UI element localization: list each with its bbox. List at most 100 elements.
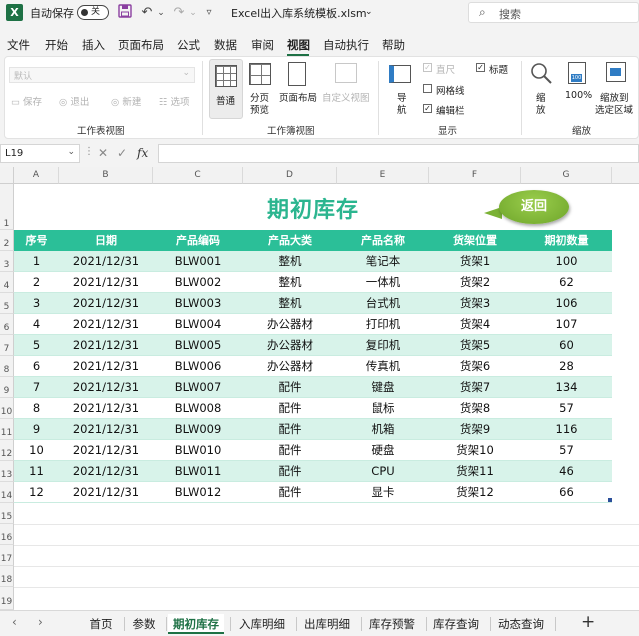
cell-product-code[interactable]: BLW003 [153, 293, 243, 314]
cell-category[interactable]: 整机 [243, 272, 337, 293]
autosave-toggle[interactable]: 关 [77, 5, 109, 20]
worksheet[interactable]: A B C D E F G 1 2 3 4 5 6 7 8 9 10 11 12… [0, 167, 639, 610]
cell-date[interactable]: 2021/12/31 [59, 356, 153, 377]
cell-index[interactable]: 2 [14, 272, 59, 293]
cell-initial-qty[interactable]: 66 [521, 482, 612, 503]
cell-product-code[interactable]: BLW002 [153, 272, 243, 293]
cell-category[interactable]: 配件 [243, 398, 337, 419]
row-header-11[interactable]: 11 [0, 419, 14, 440]
cell-product-code[interactable]: BLW012 [153, 482, 243, 503]
insert-function-icon[interactable]: fx [137, 146, 148, 160]
cell-initial-qty[interactable]: 116 [521, 419, 612, 440]
tab-home[interactable]: 首页 [82, 614, 120, 634]
search-input[interactable]: ⌕ 搜索 [468, 2, 639, 23]
cell-shelf[interactable]: 货架12 [429, 482, 521, 503]
cell-index[interactable]: 3 [14, 293, 59, 314]
cell-date[interactable]: 2021/12/31 [59, 314, 153, 335]
cell-product-code[interactable]: BLW010 [153, 440, 243, 461]
cell-date[interactable]: 2021/12/31 [59, 377, 153, 398]
add-sheet-icon[interactable]: + [581, 612, 595, 632]
cell-index[interactable]: 12 [14, 482, 59, 503]
chevron-right-icon[interactable]: › [38, 615, 43, 629]
cell-initial-qty[interactable]: 100 [521, 251, 612, 272]
cell-initial-qty[interactable]: 46 [521, 461, 612, 482]
formula-bar-checkbox[interactable]: ✓ [423, 104, 432, 113]
cell-initial-qty[interactable]: 62 [521, 272, 612, 293]
cell-shelf[interactable]: 货架7 [429, 377, 521, 398]
cell-product-code[interactable]: BLW001 [153, 251, 243, 272]
row-header-7[interactable]: 7 [0, 335, 14, 356]
column-header-d[interactable]: D [243, 167, 337, 184]
row-header-19[interactable]: 19 [0, 587, 14, 610]
cell-shelf[interactable]: 货架11 [429, 461, 521, 482]
cell-product-name[interactable]: 显卡 [337, 482, 429, 503]
cell-product-name[interactable]: 机箱 [337, 419, 429, 440]
cell-date[interactable]: 2021/12/31 [59, 419, 153, 440]
ruler-checkbox[interactable]: ✓ [423, 63, 432, 72]
cell-shelf[interactable]: 货架10 [429, 440, 521, 461]
cell-index[interactable]: 6 [14, 356, 59, 377]
cell-date[interactable]: 2021/12/31 [59, 461, 153, 482]
cell-product-name[interactable]: 传真机 [337, 356, 429, 377]
cell-date[interactable]: 2021/12/31 [59, 335, 153, 356]
row-header-15[interactable]: 15 [0, 503, 14, 524]
menu-formulas[interactable]: 公式 [177, 37, 200, 53]
normal-view-button[interactable]: 普通 [209, 59, 243, 119]
cell-product-code[interactable]: BLW009 [153, 419, 243, 440]
cell-date[interactable]: 2021/12/31 [59, 272, 153, 293]
cell-date[interactable]: 2021/12/31 [59, 293, 153, 314]
filename-dropdown-icon[interactable]: ⌄ [365, 7, 373, 17]
row-header-6[interactable]: 6 [0, 314, 14, 335]
cell-shelf[interactable]: 货架3 [429, 293, 521, 314]
column-header-f[interactable]: F [429, 167, 521, 184]
menu-insert[interactable]: 插入 [82, 37, 105, 53]
save-icon[interactable] [116, 4, 134, 22]
cell-shelf[interactable]: 货架9 [429, 419, 521, 440]
cell-initial-qty[interactable]: 28 [521, 356, 612, 377]
cell-initial-qty[interactable]: 106 [521, 293, 612, 314]
menu-home[interactable]: 开始 [45, 37, 68, 53]
cell-index[interactable]: 5 [14, 335, 59, 356]
name-box[interactable]: L19 ⌄ [0, 144, 80, 163]
tab-stock-query[interactable]: 库存查询 [428, 614, 484, 634]
cell-category[interactable]: 配件 [243, 419, 337, 440]
menu-help[interactable]: 帮助 [382, 37, 405, 53]
cell-product-name[interactable]: 复印机 [337, 335, 429, 356]
menu-data[interactable]: 数据 [214, 37, 237, 53]
row-header-5[interactable]: 5 [0, 293, 14, 314]
tab-stock-alert[interactable]: 库存预警 [364, 614, 420, 634]
formula-input[interactable] [158, 144, 639, 163]
cell-product-name[interactable]: 笔记本 [337, 251, 429, 272]
undo-dropdown-icon[interactable]: ⌄ [152, 4, 170, 22]
view-options-button[interactable]: ☷ 选项 [159, 94, 190, 108]
cell-category[interactable]: 办公器材 [243, 356, 337, 377]
row-header-10[interactable]: 10 [0, 398, 14, 419]
menu-file[interactable]: 文件 [7, 37, 30, 53]
cell-index[interactable]: 11 [14, 461, 59, 482]
cell-product-code[interactable]: BLW006 [153, 356, 243, 377]
sheet-view-dropdown[interactable]: 默认 ⌄ [9, 67, 195, 83]
cell-product-name[interactable]: 打印机 [337, 314, 429, 335]
tab-inbound-detail[interactable]: 入库明细 [234, 614, 290, 634]
cell-category[interactable]: 配件 [243, 461, 337, 482]
cell-initial-qty[interactable]: 107 [521, 314, 612, 335]
cell-initial-qty[interactable]: 57 [521, 440, 612, 461]
cell-category[interactable]: 配件 [243, 377, 337, 398]
tab-dynamic-query[interactable]: 动态查询 [493, 614, 549, 634]
cell-product-name[interactable]: 一体机 [337, 272, 429, 293]
menu-page-layout[interactable]: 页面布局 [118, 37, 164, 53]
exit-view-button[interactable]: ◎ 退出 [59, 94, 89, 108]
cell-product-name[interactable]: CPU [337, 461, 429, 482]
cell-shelf[interactable]: 货架2 [429, 272, 521, 293]
row-header-3[interactable]: 3 [0, 251, 14, 272]
menu-automate[interactable]: 自动执行 [323, 37, 369, 53]
column-header-g[interactable]: G [521, 167, 612, 184]
row-header-4[interactable]: 4 [0, 272, 14, 293]
cell-index[interactable]: 4 [14, 314, 59, 335]
cell-product-name[interactable]: 硬盘 [337, 440, 429, 461]
cell-product-name[interactable]: 台式机 [337, 293, 429, 314]
cell-initial-qty[interactable]: 134 [521, 377, 612, 398]
row-header-9[interactable]: 9 [0, 377, 14, 398]
menu-review[interactable]: 审阅 [251, 37, 274, 53]
table-resize-handle[interactable] [608, 498, 612, 502]
